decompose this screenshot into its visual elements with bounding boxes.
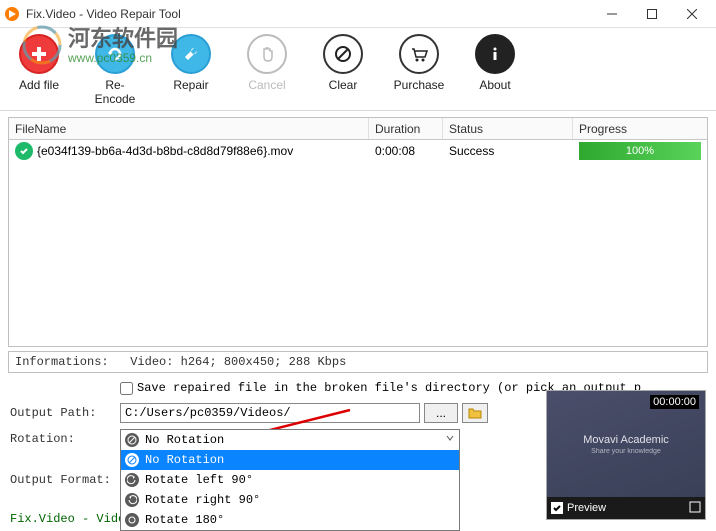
repair-button[interactable]: Repair (162, 34, 220, 106)
reencode-button[interactable]: Re-Encode (86, 34, 144, 106)
rotate-180-icon (125, 513, 139, 527)
toolbar: Add file Re-Encode Repair Cancel Clear P… (0, 28, 716, 111)
col-duration[interactable]: Duration (369, 118, 443, 139)
rotate-left-icon (125, 473, 139, 487)
purchase-button[interactable]: Purchase (390, 34, 448, 106)
plus-icon (28, 43, 50, 65)
file-grid: FileName Duration Status Progress {e034f… (8, 117, 708, 347)
app-icon (4, 6, 20, 22)
table-row[interactable]: {e034f139-bb6a-4d3d-b8bd-c8d8d79f88e6}.m… (9, 140, 707, 162)
grid-header: FileName Duration Status Progress (9, 118, 707, 140)
chevron-down-icon (445, 433, 455, 447)
rotation-option[interactable]: Rotate right 90° (121, 490, 459, 510)
prohibit-icon (332, 43, 354, 65)
preview-panel: 00:00:00 Movavi Academic Share your know… (546, 390, 706, 520)
save-in-source-checkbox[interactable] (120, 382, 133, 395)
preview-checkbox[interactable] (551, 502, 563, 514)
rotation-option[interactable]: No Rotation (121, 450, 459, 470)
cancel-button: Cancel (238, 34, 296, 106)
rotation-selected[interactable]: No Rotation (121, 430, 459, 450)
rotation-label: Rotation: (10, 432, 120, 446)
progress-bar: 100% (579, 142, 701, 160)
hand-icon (256, 43, 278, 65)
filename-cell: {e034f139-bb6a-4d3d-b8bd-c8d8d79f88e6}.m… (37, 144, 293, 158)
info-icon (484, 43, 506, 65)
refresh-icon (104, 43, 126, 65)
output-format-label: Output Format: (10, 473, 120, 487)
preview-time: 00:00:00 (650, 395, 699, 409)
maximize-button[interactable] (632, 1, 672, 27)
rotation-icon (125, 453, 139, 467)
preview-label: Preview (567, 502, 606, 514)
col-filename[interactable]: FileName (9, 118, 369, 139)
fullscreen-icon[interactable] (689, 501, 701, 516)
rotate-right-icon (125, 493, 139, 507)
rotation-icon (125, 433, 139, 447)
titlebar: Fix.Video - Video Repair Tool (0, 0, 716, 28)
rotation-dropdown[interactable]: No Rotation No Rotation Rotate left 90° (120, 429, 460, 531)
status-cell: Success (443, 144, 573, 158)
folder-icon (468, 407, 482, 419)
add-file-button[interactable]: Add file (10, 34, 68, 106)
info-bar: Informations: Video: h264; 800x450; 288 … (8, 351, 708, 373)
folder-button[interactable] (462, 403, 488, 423)
col-status[interactable]: Status (443, 118, 573, 139)
rotation-option[interactable]: Rotate left 90° (121, 470, 459, 490)
minimize-button[interactable] (592, 1, 632, 27)
preview-tagline: Share your knowledge (591, 448, 661, 455)
close-button[interactable] (672, 1, 712, 27)
footer-link[interactable]: Fix.Video - Vide (10, 512, 125, 526)
preview-screen[interactable]: 00:00:00 Movavi Academic Share your know… (547, 391, 705, 497)
about-button[interactable]: About (466, 34, 524, 106)
preview-brand: Movavi Academic (583, 434, 669, 446)
duration-cell: 0:00:08 (369, 144, 443, 158)
check-icon (15, 142, 33, 160)
window-title: Fix.Video - Video Repair Tool (26, 7, 592, 21)
rotation-option[interactable]: Rotate 180° (121, 510, 459, 530)
cart-icon (408, 43, 430, 65)
col-progress[interactable]: Progress (573, 118, 707, 139)
output-path-input[interactable] (120, 403, 420, 423)
output-path-label: Output Path: (10, 406, 120, 420)
browse-button[interactable]: ... (424, 403, 458, 423)
wrench-icon (180, 43, 202, 65)
clear-button[interactable]: Clear (314, 34, 372, 106)
